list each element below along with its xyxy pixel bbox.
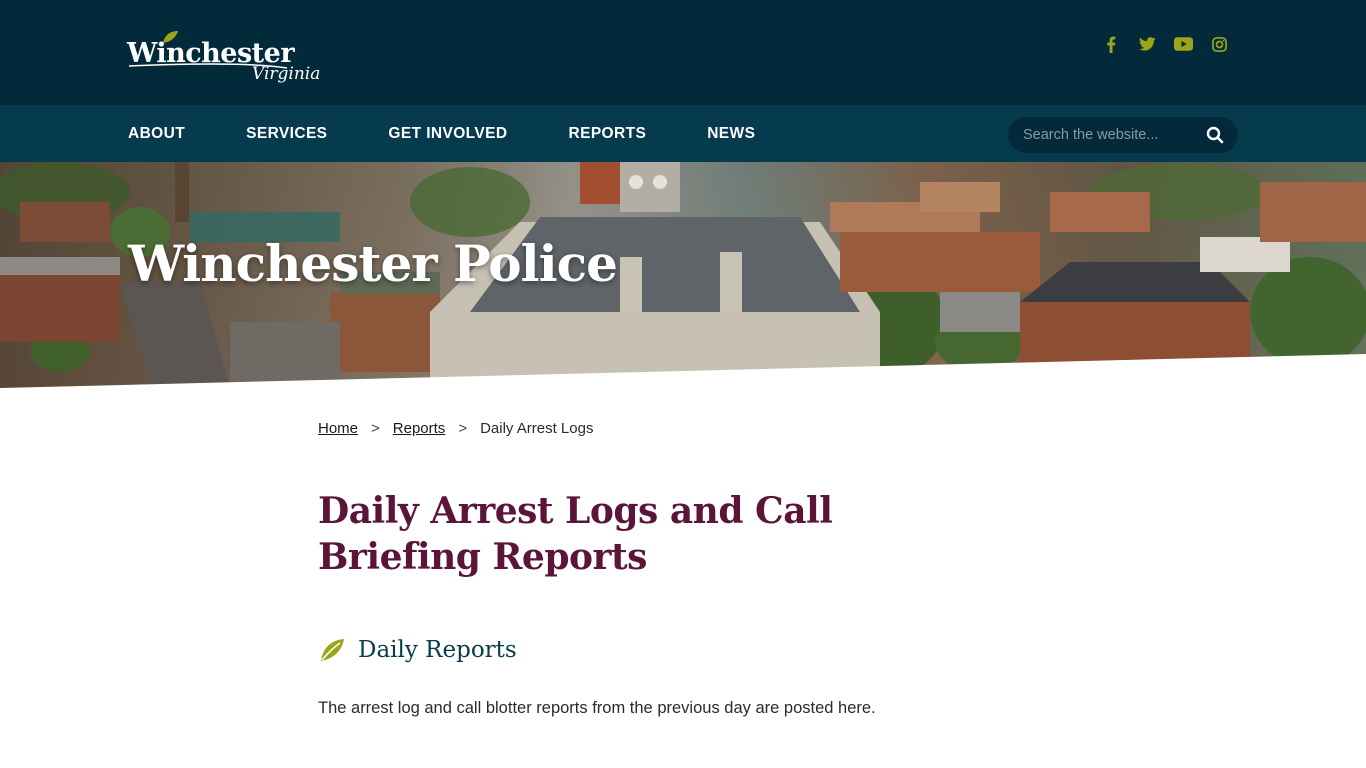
leaf-icon: [321, 639, 344, 661]
nav-item-get-involved[interactable]: GET INVOLVED: [388, 125, 507, 143]
breadcrumb-separator: >: [371, 420, 380, 437]
logo-subtitle: Virginia: [252, 64, 321, 84]
search-input[interactable]: [1008, 117, 1198, 153]
breadcrumb-current: Daily Arrest Logs: [480, 420, 594, 437]
hero-banner: Winchester Police: [0, 162, 1366, 388]
breadcrumb: Home > Reports > Daily Arrest Logs: [318, 420, 593, 437]
section-header: Daily Reports: [318, 636, 517, 664]
nav-item-reports[interactable]: REPORTS: [568, 125, 646, 143]
intro-paragraph: The arrest log and call blotter reports …: [318, 699, 876, 717]
instagram-icon[interactable]: [1208, 34, 1230, 54]
facebook-icon[interactable]: [1100, 34, 1122, 54]
twitter-icon[interactable]: [1136, 34, 1158, 54]
main-navigation: ABOUT SERVICES GET INVOLVED REPORTS NEWS: [0, 105, 1366, 162]
breadcrumb-separator: >: [458, 420, 468, 437]
hero-title: Winchester Police: [128, 234, 618, 293]
nav-item-services[interactable]: SERVICES: [246, 125, 327, 143]
section-title: Daily Reports: [358, 637, 517, 663]
nav-item-news[interactable]: NEWS: [707, 125, 755, 143]
nav-item-about[interactable]: ABOUT: [128, 125, 185, 143]
search-icon[interactable]: [1206, 126, 1224, 144]
breadcrumb-home-link[interactable]: Home: [318, 420, 358, 437]
social-links: [1100, 34, 1230, 54]
top-header: Winchester Virginia: [0, 0, 1366, 105]
search-box: [1008, 117, 1238, 153]
youtube-icon[interactable]: [1172, 34, 1194, 54]
site-logo[interactable]: Winchester Virginia: [127, 30, 332, 92]
page-title: Daily Arrest Logs and Call Briefing Repo…: [318, 490, 833, 578]
nav-menu: ABOUT SERVICES GET INVOLVED REPORTS NEWS: [128, 105, 816, 162]
breadcrumb-reports-link[interactable]: Reports: [393, 420, 446, 437]
